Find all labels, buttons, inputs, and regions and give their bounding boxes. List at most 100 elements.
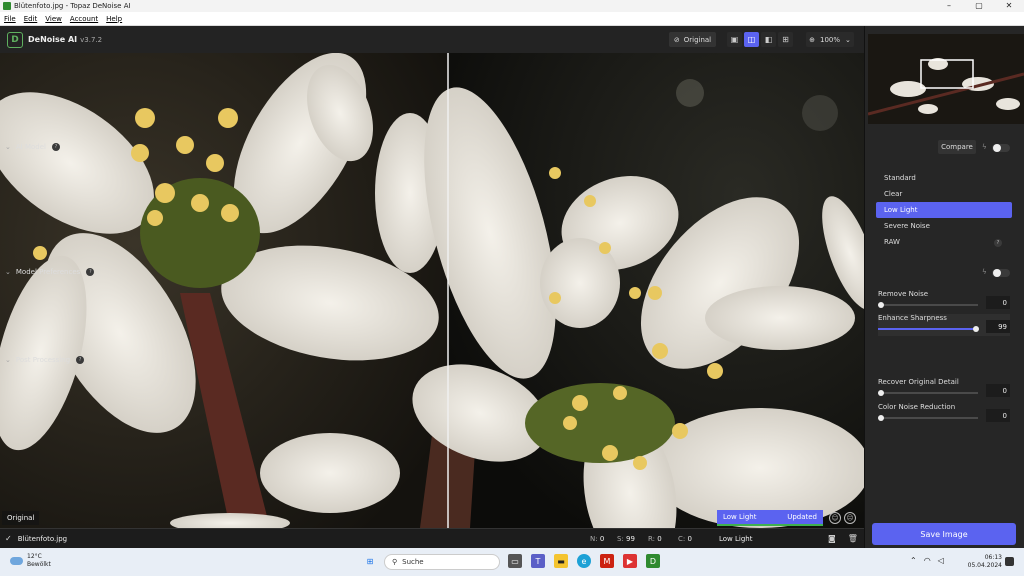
save-image-button[interactable]: Save Image xyxy=(872,523,1016,545)
menu-file[interactable]: File xyxy=(0,15,20,23)
cloud-icon xyxy=(10,557,23,565)
color-noise-value[interactable]: 0 xyxy=(986,409,1010,422)
status-actions: ◙ 🗑 xyxy=(828,534,858,543)
zoom-value: 100% xyxy=(819,35,840,44)
recover-detail-knob[interactable] xyxy=(878,390,884,396)
teams-icon[interactable]: T xyxy=(531,554,545,568)
antivirus-icon[interactable]: M xyxy=(600,554,614,568)
stat-noise: N: 0 xyxy=(590,535,604,543)
taskbar-clock[interactable]: 06:13 05.04.2024 xyxy=(958,554,1002,570)
compare-button[interactable]: Compare xyxy=(938,140,976,154)
help-icon[interactable]: ? xyxy=(86,268,95,276)
menu-view[interactable]: View xyxy=(41,15,66,23)
zoom-dropdown[interactable]: ⊕ 100% ⌄ xyxy=(806,32,854,47)
navigator-thumbnail[interactable] xyxy=(868,34,1024,124)
post-processing-header[interactable]: ⌄ Post Processing ? xyxy=(0,356,160,364)
menu-help[interactable]: Help xyxy=(102,15,126,23)
model-clear[interactable]: Clear xyxy=(876,186,1012,202)
model-severe-noise[interactable]: Severe Noise xyxy=(876,218,1012,234)
enhance-sharpness-knob[interactable] xyxy=(973,326,979,332)
stat-recover: R: 0 xyxy=(648,535,662,543)
close-button[interactable]: ✕ xyxy=(994,0,1024,12)
minimize-button[interactable]: – xyxy=(934,0,964,12)
eye-off-icon: ⊘ xyxy=(673,35,680,44)
status-bar: ✓ Blütenfoto.jpg N: 0 S: 99 R: 0 C: 0 Lo… xyxy=(0,528,864,548)
model-preferences-header[interactable]: ⌄ Model Preferences ? xyxy=(0,268,160,276)
smile-face-icon[interactable]: ☺ xyxy=(829,512,841,524)
app-version: v3.7.2 xyxy=(80,35,103,44)
remove-noise-label: Remove Noise xyxy=(878,290,929,298)
maximize-button[interactable]: ▢ xyxy=(964,0,994,12)
enhance-sharpness-value[interactable]: 99 xyxy=(986,320,1010,333)
recover-detail-value[interactable]: 0 xyxy=(986,384,1010,397)
help-icon[interactable]: ? xyxy=(51,143,60,151)
window-controls: – ▢ ✕ xyxy=(934,0,1024,12)
settings-panel xyxy=(864,26,1024,548)
single-view-icon[interactable]: ▣ xyxy=(727,32,742,47)
model-preferences-toggle[interactable] xyxy=(992,269,1010,277)
chevron-down-icon: ⌄ xyxy=(5,143,11,151)
ai-model-title: AI Model xyxy=(15,143,46,151)
windows-start-icon[interactable]: ⊞ xyxy=(363,554,377,568)
menu-account[interactable]: Account xyxy=(66,15,102,23)
trash-icon[interactable]: 🗑 xyxy=(848,534,858,543)
enhance-sharpness-fill xyxy=(878,328,976,330)
model-tag-name: Low Light xyxy=(723,513,757,521)
remove-noise-track[interactable] xyxy=(878,302,978,308)
chevron-up-icon[interactable]: ⌃ xyxy=(910,556,917,565)
menu-edit[interactable]: Edit xyxy=(20,15,42,23)
denoise-taskbar-icon[interactable]: D xyxy=(646,554,660,568)
model-tag-status: Updated xyxy=(787,513,817,521)
neutral-face-icon[interactable]: ☹ xyxy=(844,512,856,524)
menu-bar: File Edit View Account Help xyxy=(0,12,1024,26)
model-raw-label: RAW xyxy=(884,238,900,246)
view-mode-group: ▣ ◫ ◧ ⊞ xyxy=(727,32,793,47)
weather-widget[interactable]: 12°C Bewölkt xyxy=(10,553,51,569)
recover-detail-label: Recover Original Detail xyxy=(878,378,959,386)
app-name: DeNoise AI xyxy=(28,35,78,44)
color-noise-track[interactable] xyxy=(878,415,978,421)
wifi-icon[interactable]: ◠ xyxy=(924,556,931,565)
grid-view-icon[interactable]: ⊞ xyxy=(778,32,793,47)
enhance-sharpness-track[interactable] xyxy=(878,326,979,332)
remove-noise-slider[interactable]: Remove Noise 0 xyxy=(878,290,1010,312)
recover-detail-slider[interactable]: Recover Original Detail 0 xyxy=(878,378,1010,400)
task-view-icon[interactable]: ▭ xyxy=(508,554,522,568)
chevron-down-icon: ⌄ xyxy=(845,35,851,44)
stat-color: C: 0 xyxy=(678,535,692,543)
image-viewer[interactable] xyxy=(0,53,864,528)
feedback-group: ☺ ☹ xyxy=(829,512,856,524)
media-app-icon[interactable]: ▶ xyxy=(623,554,637,568)
volume-icon[interactable]: ◁ xyxy=(938,556,944,565)
remove-noise-knob[interactable] xyxy=(878,302,884,308)
weather-condition: Bewölkt xyxy=(27,561,51,568)
ai-model-header[interactable]: ⌄ AI Model ? xyxy=(0,143,160,151)
side-by-side-view-icon[interactable]: ◧ xyxy=(761,32,776,47)
file-explorer-icon[interactable]: ▬ xyxy=(554,554,568,568)
enhance-sharpness-slider[interactable]: Enhance Sharpness 99 xyxy=(878,314,1010,336)
stat-color-label: C: xyxy=(678,535,686,543)
pinned-apps: ▭ T ▬ e M ▶ D xyxy=(508,554,660,568)
camera-icon[interactable]: ◙ xyxy=(828,534,836,543)
raw-help-icon[interactable]: ? xyxy=(994,239,1002,247)
remove-noise-value[interactable]: 0 xyxy=(986,296,1010,309)
help-icon[interactable]: ? xyxy=(76,356,85,364)
taskbar-search[interactable]: ⚲ Suche xyxy=(384,554,500,570)
model-standard[interactable]: Standard xyxy=(876,170,1012,186)
ai-model-toggle[interactable] xyxy=(992,144,1010,152)
color-noise-slider[interactable]: Color Noise Reduction 0 xyxy=(878,403,1010,425)
split-view-icon[interactable]: ◫ xyxy=(744,32,759,47)
show-original-button[interactable]: ⊘ Original xyxy=(669,32,716,47)
recover-detail-track[interactable] xyxy=(878,390,978,396)
toolbar: D DeNoise AI v3.7.2 ⊘ Original ▣ ◫ ◧ ⊞ ⊕… xyxy=(0,26,864,53)
window-title: Blütenfoto.jpg - Topaz DeNoise AI xyxy=(14,2,131,10)
model-raw[interactable]: RAW xyxy=(876,234,1012,250)
model-low-light[interactable]: Low Light xyxy=(876,202,1012,218)
notification-icon[interactable] xyxy=(1005,557,1014,566)
stat-noise-label: N: xyxy=(590,535,598,543)
photo-canvas xyxy=(0,53,864,528)
edge-icon[interactable]: e xyxy=(577,554,591,568)
color-noise-label: Color Noise Reduction xyxy=(878,403,956,411)
color-noise-knob[interactable] xyxy=(878,415,884,421)
app-icon xyxy=(3,2,11,10)
